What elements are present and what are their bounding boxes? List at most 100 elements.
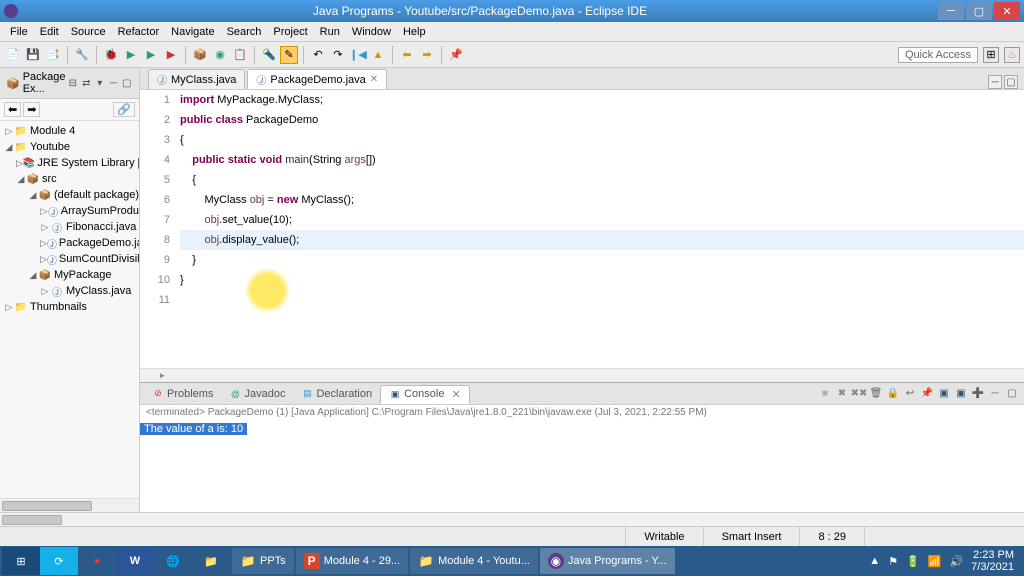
close-tab-icon[interactable]: ✕ bbox=[370, 74, 378, 85]
new-class-button[interactable]: ◉ bbox=[211, 46, 229, 64]
tray-network-icon[interactable]: 📶 bbox=[928, 555, 942, 568]
show-console-button[interactable]: ▣ bbox=[936, 386, 952, 402]
maximize-panel-button[interactable]: ▢ bbox=[1004, 386, 1020, 402]
menu-refactor[interactable]: Refactor bbox=[112, 24, 166, 40]
tree-fibonacci[interactable]: ▷ⒿFibonacci.java bbox=[4, 219, 139, 235]
tree-youtube[interactable]: ◢📁Youtube bbox=[4, 139, 139, 155]
tab-myclass[interactable]: ⒿMyClass.java bbox=[148, 69, 245, 89]
tab-packagedemo[interactable]: ⒿPackageDemo.java✕ bbox=[247, 69, 387, 89]
ext-tools-button[interactable]: ▶ bbox=[162, 46, 180, 64]
editor-maximize-button[interactable]: ▢ bbox=[1004, 75, 1018, 89]
quick-access-input[interactable]: Quick Access bbox=[898, 47, 978, 63]
coverage-button[interactable]: ▶ bbox=[142, 46, 160, 64]
new-console-button[interactable]: ➕ bbox=[970, 386, 986, 402]
tab-console[interactable]: ▣Console✕ bbox=[380, 385, 470, 404]
tree-arraysum[interactable]: ▷ⒿArraySumProdu bbox=[4, 203, 139, 219]
scroll-lock-button[interactable]: 🔒 bbox=[885, 386, 901, 402]
open-perspective-button[interactable]: ⊞ bbox=[983, 47, 999, 63]
fwd-nav-button[interactable]: ➡ bbox=[23, 102, 40, 117]
menu-project[interactable]: Project bbox=[267, 24, 313, 40]
taskbar-word[interactable]: W bbox=[116, 547, 154, 575]
open-type-button[interactable]: 🔧 bbox=[73, 46, 91, 64]
menu-help[interactable]: Help bbox=[397, 24, 432, 40]
tree-sumcount[interactable]: ▷ⒿSumCountDivisil bbox=[4, 251, 139, 267]
editor-minimize-button[interactable]: ─ bbox=[988, 75, 1002, 89]
open-console-button[interactable]: ▣ bbox=[953, 386, 969, 402]
last-edit-button[interactable]: ↶ bbox=[309, 46, 327, 64]
system-tray[interactable]: ▲ ⚑ 🔋 📶 🔊 2:23 PM 7/3/2021 bbox=[869, 549, 1022, 573]
back-nav-button[interactable]: ⬅ bbox=[4, 102, 21, 117]
run-button[interactable]: ▶ bbox=[122, 46, 140, 64]
menu-run[interactable]: Run bbox=[314, 24, 346, 40]
start-button[interactable]: ⊞ bbox=[2, 547, 40, 575]
editor-hscrollbar[interactable] bbox=[140, 368, 1024, 382]
pin-button[interactable]: 📌 bbox=[447, 46, 465, 64]
tree-defpkg[interactable]: ◢📦(default package) bbox=[4, 187, 139, 203]
nav-prev-button[interactable]: ❙◀ bbox=[349, 46, 367, 64]
tree-module4[interactable]: ▷📁Module 4 bbox=[4, 123, 139, 139]
tree-thumbnails[interactable]: ▷📁Thumbnails bbox=[4, 299, 139, 315]
tray-clock[interactable]: 2:23 PM 7/3/2021 bbox=[971, 549, 1014, 573]
terminate-button[interactable]: ■ bbox=[817, 386, 833, 402]
minimize-view-button[interactable]: ─ bbox=[107, 76, 120, 90]
menu-source[interactable]: Source bbox=[65, 24, 112, 40]
maximize-view-button[interactable]: ▢ bbox=[121, 76, 134, 90]
tray-speaker-icon[interactable]: 🔊 bbox=[949, 555, 963, 568]
menu-edit[interactable]: Edit bbox=[34, 24, 65, 40]
view-menu-button[interactable]: ▾ bbox=[94, 76, 107, 90]
new-package-button[interactable]: 📦 bbox=[191, 46, 209, 64]
workspace-hscrollbar[interactable] bbox=[0, 512, 1024, 526]
tray-battery-icon[interactable]: 🔋 bbox=[906, 555, 920, 568]
project-tree[interactable]: ▷📁Module 4 ◢📁Youtube ▷📚JRE System Librar… bbox=[0, 121, 139, 317]
tab-javadoc[interactable]: @Javadoc bbox=[221, 386, 293, 402]
tab-declaration[interactable]: ▤Declaration bbox=[293, 386, 380, 402]
back-button[interactable]: ⬅ bbox=[398, 46, 416, 64]
menu-navigate[interactable]: Navigate bbox=[165, 24, 220, 40]
clear-console-button[interactable]: 🗑 bbox=[868, 386, 884, 402]
console-output[interactable]: The value of a is: 10 bbox=[140, 420, 1024, 436]
tab-problems[interactable]: ⊘Problems bbox=[144, 386, 221, 402]
nav-next-button[interactable]: ▲ bbox=[369, 46, 387, 64]
taskbar-eclipse[interactable]: ◉Java Programs - Y... bbox=[540, 548, 675, 574]
open-task-button[interactable]: 📋 bbox=[231, 46, 249, 64]
tray-flag-icon[interactable]: ⚑ bbox=[888, 555, 898, 568]
tray-up-icon[interactable]: ▲ bbox=[869, 555, 880, 567]
focus-button[interactable]: 🔗 bbox=[113, 102, 135, 117]
remove-launch-button[interactable]: ✖ bbox=[834, 386, 850, 402]
sidebar-scrollbar[interactable] bbox=[0, 498, 139, 512]
save-button[interactable]: 💾 bbox=[24, 46, 42, 64]
taskbar-app-2[interactable]: ● bbox=[78, 547, 116, 575]
menu-search[interactable]: Search bbox=[221, 24, 268, 40]
tree-jre[interactable]: ▷📚JRE System Library [Jav bbox=[4, 155, 139, 171]
taskbar-youtube-folder[interactable]: 📁Module 4 - Youtu... bbox=[410, 548, 538, 574]
menu-file[interactable]: File bbox=[4, 24, 34, 40]
tree-src[interactable]: ◢📦src bbox=[4, 171, 139, 187]
forward-button[interactable]: ➡ bbox=[418, 46, 436, 64]
java-perspective-button[interactable]: ♨ bbox=[1004, 47, 1020, 63]
code-lines[interactable]: import MyPackage.MyClass; public class P… bbox=[180, 90, 1024, 368]
word-wrap-button[interactable]: ↩ bbox=[902, 386, 918, 402]
minimize-button[interactable]: ─ bbox=[938, 2, 964, 20]
close-button[interactable]: ✕ bbox=[994, 2, 1020, 20]
next-edit-button[interactable]: ↷ bbox=[329, 46, 347, 64]
new-button[interactable]: 📄 bbox=[4, 46, 22, 64]
close-console-icon[interactable]: ✕ bbox=[451, 388, 460, 401]
tree-mypackage[interactable]: ◢📦MyPackage bbox=[4, 267, 139, 283]
collapse-all-button[interactable]: ⊟ bbox=[67, 76, 80, 90]
taskbar-app-1[interactable]: ⟳ bbox=[40, 547, 78, 575]
save-all-button[interactable]: 📑 bbox=[44, 46, 62, 64]
taskbar-powerpoint[interactable]: PModule 4 - 29... bbox=[296, 548, 408, 574]
taskbar-explorer[interactable]: 📁 bbox=[192, 547, 230, 575]
toggle-button[interactable]: ✎ bbox=[280, 46, 298, 64]
minimize-panel-button[interactable]: ─ bbox=[987, 386, 1003, 402]
menu-window[interactable]: Window bbox=[346, 24, 397, 40]
link-editor-button[interactable]: ⇄ bbox=[80, 76, 93, 90]
pin-console-button[interactable]: 📌 bbox=[919, 386, 935, 402]
maximize-button[interactable]: ▢ bbox=[966, 2, 992, 20]
taskbar-ppts[interactable]: 📁PPTs bbox=[232, 548, 294, 574]
code-editor[interactable]: 1234567891011 import MyPackage.MyClass; … bbox=[140, 90, 1024, 368]
debug-button[interactable]: 🐞 bbox=[102, 46, 120, 64]
tree-packagedemo[interactable]: ▷ⒿPackageDemo.ja bbox=[4, 235, 139, 251]
taskbar-chrome[interactable]: 🌐 bbox=[154, 547, 192, 575]
tree-myclass[interactable]: ▷ⒿMyClass.java bbox=[4, 283, 139, 299]
